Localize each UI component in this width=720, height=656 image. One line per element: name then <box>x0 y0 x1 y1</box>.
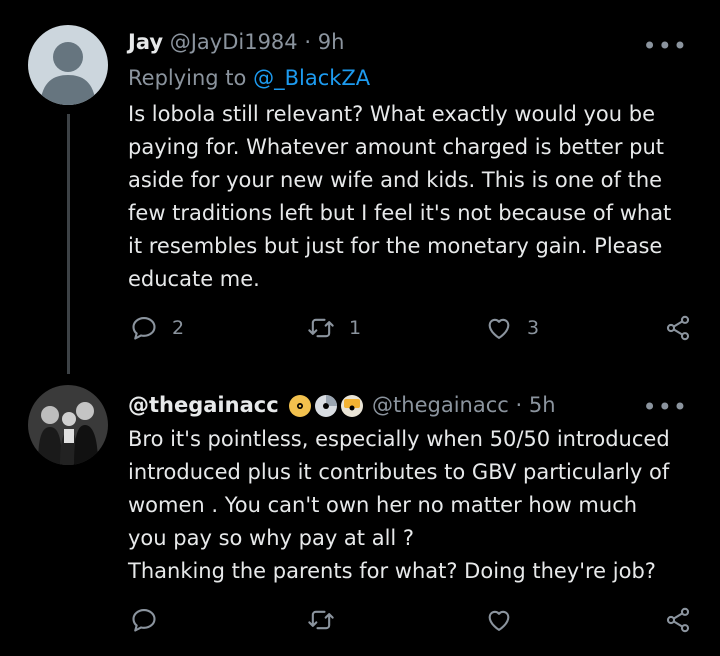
separator: · <box>515 393 523 417</box>
share-icon <box>666 315 690 341</box>
cd-badge-icon <box>289 395 364 417</box>
like-button[interactable]: 3 <box>485 314 539 342</box>
tweet-text: Bro it's pointless, especially when 50/5… <box>128 427 670 583</box>
like-button[interactable] <box>485 606 527 634</box>
mention-link[interactable]: @_BlackZA <box>253 66 370 90</box>
reply-icon <box>132 609 156 632</box>
tweet-thegainacc[interactable]: @thegainacc @thegainacc · 5h ••• Bro it'… <box>0 370 720 656</box>
more-icon[interactable]: ••• <box>643 34 688 58</box>
display-name[interactable]: @thegainacc <box>128 393 279 417</box>
default-avatar-icon <box>28 25 108 105</box>
timestamp[interactable]: 5h <box>529 393 556 417</box>
reply-button[interactable]: 2 <box>130 314 184 342</box>
retweet-button[interactable]: 1 <box>307 314 361 342</box>
tweet-actions <box>0 606 720 640</box>
like-icon <box>488 610 510 631</box>
timestamp[interactable]: 9h <box>318 30 345 54</box>
replying-label: Replying to <box>128 66 254 90</box>
avatar[interactable] <box>28 385 108 465</box>
tweet-header: @thegainacc @thegainacc · 5h <box>128 393 556 419</box>
retweet-icon <box>308 318 334 338</box>
user-handle[interactable]: @JayDi1984 <box>170 30 298 54</box>
like-icon <box>488 318 510 339</box>
reply-icon <box>132 317 156 340</box>
replying-to: Replying to @_BlackZA <box>128 66 370 91</box>
retweet-button[interactable] <box>307 606 349 634</box>
tweet-jay[interactable]: Jay @JayDi1984 · 9h ••• Replying to @_Bl… <box>0 0 720 374</box>
tweet-text: Is lobola still relevant? What exactly w… <box>128 102 672 291</box>
tweet-header: Jay @JayDi1984 · 9h <box>128 32 344 53</box>
share-icon <box>666 607 690 633</box>
share-button[interactable] <box>664 606 692 634</box>
tweet-actions: 2 1 3 <box>0 314 720 348</box>
profile-photo-icon <box>28 385 108 465</box>
reply-button[interactable] <box>130 606 172 634</box>
reply-count: 2 <box>172 317 185 339</box>
separator: · <box>304 30 312 54</box>
retweet-icon <box>308 610 334 630</box>
avatar[interactable] <box>28 25 108 105</box>
more-icon[interactable]: ••• <box>643 395 688 419</box>
user-handle[interactable]: @thegainacc <box>372 393 509 417</box>
like-count: 3 <box>527 317 540 339</box>
retweet-count: 1 <box>349 317 362 339</box>
display-name[interactable]: Jay <box>128 30 163 54</box>
share-button[interactable] <box>664 314 692 342</box>
